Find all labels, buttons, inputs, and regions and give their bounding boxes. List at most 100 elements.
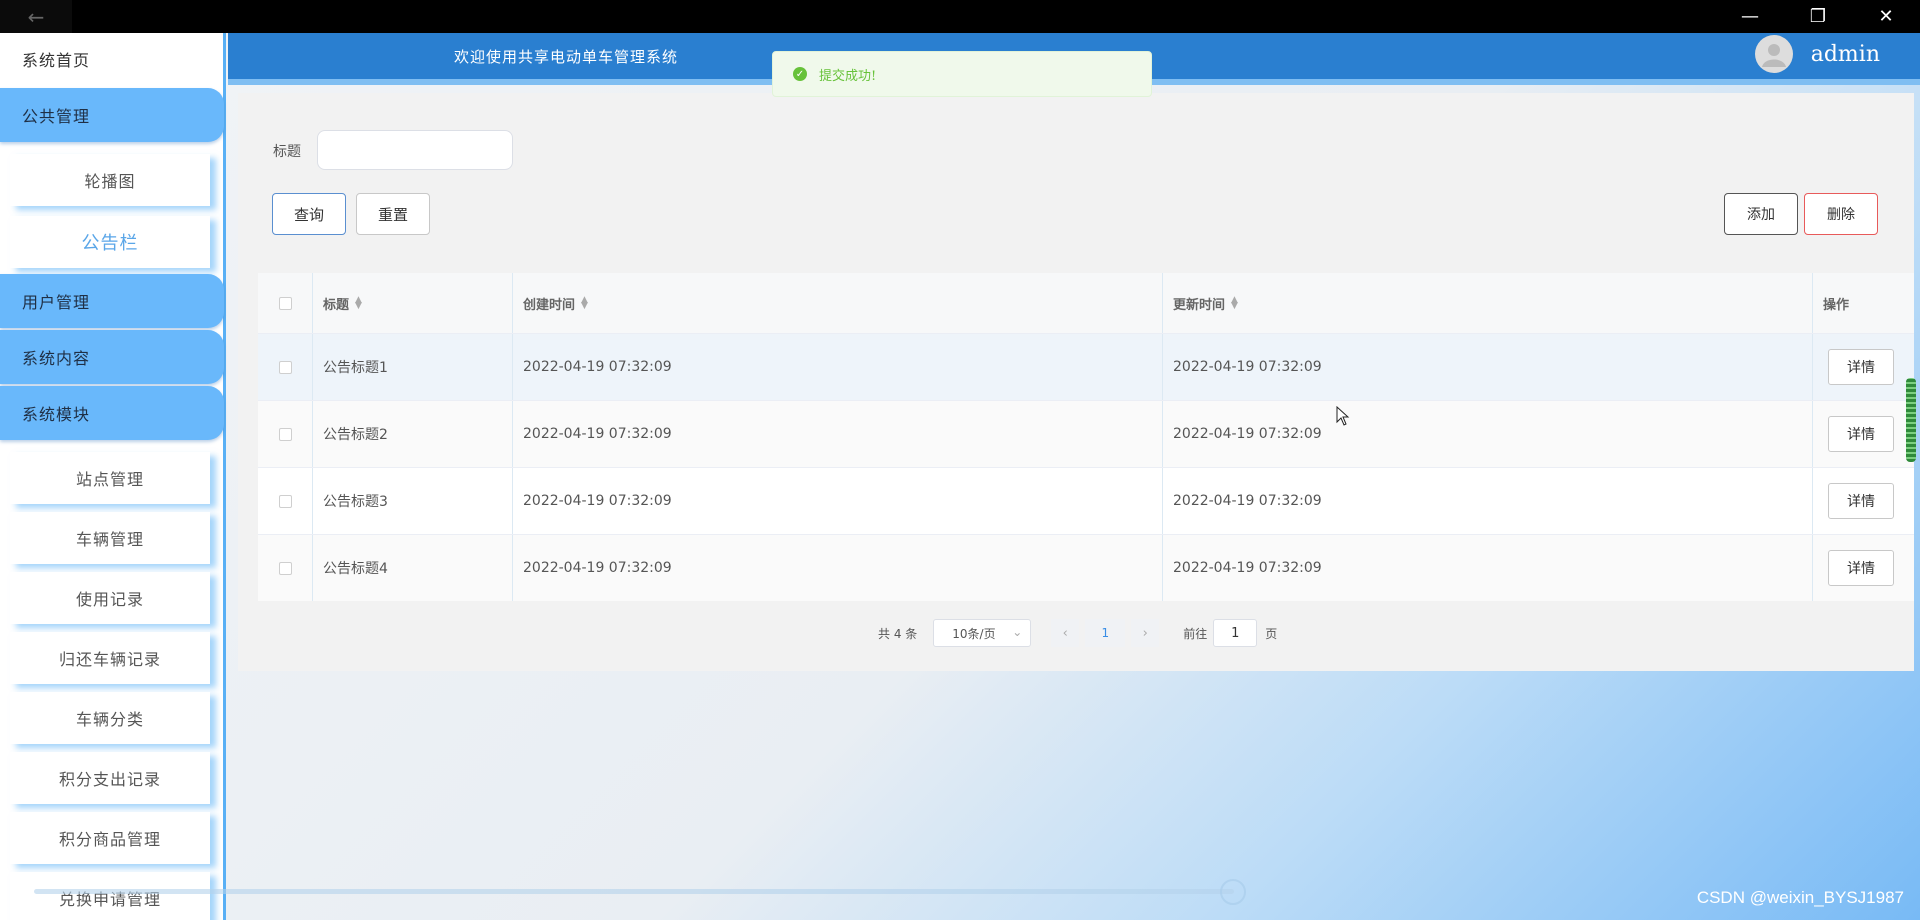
close-icon[interactable]: ✕ [1852, 0, 1920, 33]
table-row[interactable]: 公告标题4 2022-04-19 07:32:09 2022-04-19 07:… [258, 534, 1914, 601]
sidebar-item-categories[interactable]: 车辆分类 [10, 692, 210, 744]
header-op: 操作 [1813, 273, 1914, 333]
row-check-cell [258, 334, 313, 400]
row-op: 详情 [1813, 334, 1914, 400]
next-page-icon[interactable]: › [1131, 619, 1160, 647]
header-created[interactable]: 创建时间 ▲ ▼ [513, 273, 1163, 333]
goto-page-input[interactable]: 1 [1213, 619, 1258, 647]
sort-icon[interactable]: ▲ ▼ [581, 296, 588, 311]
chevron-down-icon: ⌄ [1012, 625, 1023, 639]
sort-icon[interactable]: ▲ ▼ [1231, 296, 1238, 311]
window-titlebar: ← — ❐ ✕ [0, 0, 1920, 33]
user-menu[interactable]: admin [1754, 35, 1880, 73]
page-size-select[interactable]: 10条/页 ⌄ [933, 619, 1032, 647]
mouse-cursor-icon [1336, 405, 1350, 431]
row-op: 详情 [1813, 401, 1914, 467]
toast-message: 提交成功! [819, 68, 877, 84]
sidebar-item-points-spent[interactable]: 积分支出记录 [10, 752, 210, 804]
table-row[interactable]: 公告标题1 2022-04-19 07:32:09 2022-04-19 07:… [258, 333, 1914, 400]
sidebar-group-users[interactable]: 用户管理 [0, 274, 224, 328]
header-title[interactable]: 标题 ▲ ▼ [313, 273, 513, 333]
content-panel: 标题 查询 重置 添加 删除 标题 ▲ ▼ 创建时间 ▲ ▼ 更新时间 ▲ ▼ … [238, 93, 1914, 671]
horizontal-scrollbar[interactable] [34, 889, 1234, 894]
avatar[interactable] [1754, 35, 1793, 73]
row-title: 公告标题4 [313, 535, 513, 601]
row-checkbox[interactable] [278, 427, 292, 441]
window-controls: — ❐ ✕ [1716, 0, 1920, 33]
row-title: 公告标题3 [313, 468, 513, 534]
table-header: 标题 ▲ ▼ 创建时间 ▲ ▼ 更新时间 ▲ ▼ 操作 [258, 273, 1914, 333]
reset-button[interactable]: 重置 [356, 193, 430, 235]
row-checkbox[interactable] [278, 360, 292, 374]
page-size-value: 10条/页 [952, 626, 996, 641]
table-row[interactable]: 公告标题3 2022-04-19 07:32:09 2022-04-19 07:… [258, 467, 1914, 534]
header-op-label: 操作 [1823, 297, 1850, 313]
header-title-label: 标题 [323, 297, 350, 313]
delete-button[interactable]: 删除 [1804, 193, 1878, 235]
row-op: 详情 [1813, 468, 1914, 534]
sidebar-group-content[interactable]: 系统内容 [0, 330, 224, 384]
notice-table: 标题 ▲▼ 创建时间 ▲▼ 更新时间 ▲▼ 操作 公告标题1 2022-0 [258, 273, 1914, 601]
sidebar-group-modules[interactable]: 系统模块 [0, 386, 224, 440]
row-check-cell [258, 401, 313, 467]
back-icon[interactable]: ← [0, 0, 72, 33]
restore-icon[interactable]: ❐ [1784, 0, 1852, 33]
header-created-label: 创建时间 [523, 297, 576, 313]
row-created: 2022-04-19 07:32:09 [513, 401, 1163, 467]
query-button[interactable]: 查询 [272, 193, 346, 235]
header-updated-label: 更新时间 [1173, 297, 1226, 313]
prev-page-icon[interactable]: ‹ [1051, 619, 1080, 647]
sidebar-item-carousel[interactable]: 轮播图 [10, 154, 210, 206]
row-created: 2022-04-19 07:32:09 [513, 535, 1163, 601]
page-number[interactable]: 1 [1085, 619, 1126, 647]
search-input[interactable] [317, 130, 513, 170]
sidebar-item-notice[interactable]: 公告栏 [10, 216, 210, 268]
pagination: 共 4 条 10条/页 ⌄ ‹ 1 › 前往 1 页 [878, 619, 1277, 647]
row-check-cell [258, 468, 313, 534]
sidebar-item-returns[interactable]: 归还车辆记录 [10, 632, 210, 684]
row-title: 公告标题1 [313, 334, 513, 400]
row-op: 详情 [1813, 535, 1914, 601]
row-check-cell [258, 535, 313, 601]
header-updated[interactable]: 更新时间 ▲ ▼ [1163, 273, 1813, 333]
sort-icon[interactable]: ▲ ▼ [355, 296, 362, 311]
sidebar-item-vehicles[interactable]: 车辆管理 [10, 512, 210, 564]
sidebar-item-usage[interactable]: 使用记录 [10, 572, 210, 624]
add-button[interactable]: 添加 [1724, 193, 1798, 235]
sidebar-group-public[interactable]: 公共管理 [0, 88, 224, 142]
sidebar-item-home[interactable]: 系统首页 [22, 47, 90, 71]
row-checkbox[interactable] [278, 561, 292, 575]
vertical-scrollbar[interactable] [1906, 378, 1916, 462]
sidebar-item-exchange[interactable]: 兑换申请管理 [10, 872, 210, 920]
check-circle-icon: ✓ [793, 67, 807, 81]
user-icon [1761, 44, 1786, 67]
detail-button[interactable]: 详情 [1828, 550, 1894, 586]
scroll-thumb[interactable] [1220, 879, 1246, 905]
detail-button[interactable]: 详情 [1828, 416, 1894, 452]
table-row[interactable]: 公告标题2 2022-04-19 07:32:09 2022-04-19 07:… [258, 400, 1914, 467]
row-created: 2022-04-19 07:32:09 [513, 468, 1163, 534]
page-suffix: 页 [1265, 626, 1278, 641]
row-updated: 2022-04-19 07:32:09 [1163, 468, 1813, 534]
row-title: 公告标题2 [313, 401, 513, 467]
row-updated: 2022-04-19 07:32:09 [1163, 535, 1813, 601]
minimize-icon[interactable]: — [1716, 0, 1784, 33]
watermark: CSDN @weixin_BYSJ1987 [1696, 888, 1904, 907]
sidebar-item-stations[interactable]: 站点管理 [10, 452, 210, 504]
row-created: 2022-04-19 07:32:09 [513, 334, 1163, 400]
detail-button[interactable]: 详情 [1828, 483, 1894, 519]
sidebar: 系统首页 公共管理 轮播图 公告栏 用户管理 系统内容 系统模块 站点管理 车辆… [0, 33, 226, 920]
welcome-text: 欢迎使用共享电动单车管理系统 [454, 48, 679, 66]
success-toast: ✓ 提交成功! [772, 51, 1152, 97]
row-updated: 2022-04-19 07:32:09 [1163, 401, 1813, 467]
search-label: 标题 [273, 144, 301, 160]
detail-button[interactable]: 详情 [1828, 349, 1894, 385]
select-all-checkbox[interactable] [278, 296, 292, 310]
row-checkbox[interactable] [278, 494, 292, 508]
sidebar-item-points-goods[interactable]: 积分商品管理 [10, 812, 210, 864]
select-all-cell [258, 273, 313, 333]
username: admin [1810, 41, 1880, 67]
pagination-total: 共 4 条 [878, 626, 918, 641]
row-updated: 2022-04-19 07:32:09 [1163, 334, 1813, 400]
goto-label: 前往 [1183, 626, 1208, 641]
